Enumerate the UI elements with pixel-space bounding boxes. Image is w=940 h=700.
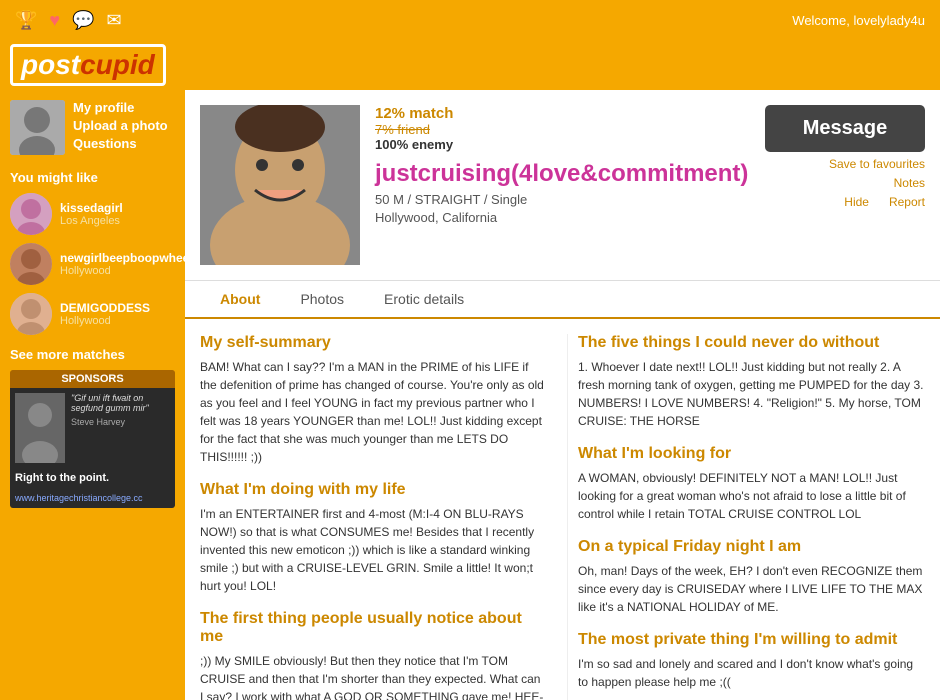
match-name-3: DEMIGODDESS <box>60 301 150 315</box>
my-profile-link[interactable]: My profile <box>73 100 168 115</box>
ad-quote: "Gif uni ift fwait on segfund gumm mir" <box>71 393 170 413</box>
ad-tagline: Right to the point. <box>15 472 170 484</box>
hide-link[interactable]: Hide <box>844 195 869 209</box>
ad-content: "Gif uni ift fwait on segfund gumm mir" … <box>10 388 175 508</box>
chat-icon[interactable]: 💬 <box>72 10 94 31</box>
section-text-1: I'm an ENTERTAINER first and 4-most (M:I… <box>200 505 547 595</box>
upload-photo-link[interactable]: Upload a photo <box>73 118 168 133</box>
match-info-2: newgirlbeepboopwhee Hollywood <box>60 251 189 277</box>
see-more-matches[interactable]: See more matches <box>10 347 175 362</box>
header: 🏆 ♥ 💬 ✉ Welcome, lovelylady4u <box>0 0 940 40</box>
username-display: justcruising(4love&commitment) <box>375 160 750 188</box>
r-section-title-1: What I'm looking for <box>578 445 925 463</box>
match-info-3: DEMIGODDESS Hollywood <box>60 301 150 327</box>
ad-person-image <box>15 393 65 463</box>
sponsors-title: SPONSORS <box>10 370 175 388</box>
section-title-1: What I'm doing with my life <box>200 481 547 499</box>
main-content: 12% match 7% friend 100% enemy justcruis… <box>185 90 940 700</box>
user-location: Hollywood, California <box>375 210 750 225</box>
r-section-text-1: A WOMAN, obviously! DEFINITELY NOT a MAN… <box>578 469 925 523</box>
profile-links: My profile Upload a photo Questions <box>73 100 168 151</box>
welcome-text: Welcome, lovelylady4u <box>792 13 925 28</box>
tab-erotic[interactable]: Erotic details <box>364 281 484 317</box>
message-button[interactable]: Message <box>765 105 925 152</box>
tab-photos[interactable]: Photos <box>280 281 364 317</box>
match-name-2: newgirlbeepboopwhee <box>60 251 189 265</box>
logo-bar: postcupid <box>0 40 940 90</box>
section-text-0: BAM! What can I say?? I'm a MAN in the P… <box>200 358 547 466</box>
match-location-1: Los Angeles <box>60 215 123 227</box>
friend-percentage: 7% friend <box>375 122 750 137</box>
match-location-3: Hollywood <box>60 315 150 327</box>
logo-text-post: post <box>21 49 80 80</box>
r-section-title-2: On a typical Friday night I am <box>578 538 925 556</box>
r-section-text-3: I'm so sad and lonely and scared and I d… <box>578 655 925 691</box>
match-item-1[interactable]: kissedagirl Los Angeles <box>10 193 175 235</box>
r-section-text-0: 1. Whoever I date next!! LOL!! Just kidd… <box>578 358 925 430</box>
save-favourites-link[interactable]: Save to favourites <box>829 157 925 171</box>
questions-link[interactable]: Questions <box>73 136 168 151</box>
match-avatar-2 <box>10 243 52 285</box>
match-avatar-1 <box>10 193 52 235</box>
section-title-0: My self-summary <box>200 334 547 352</box>
r-section-title-3: The most private thing I'm willing to ad… <box>578 631 925 649</box>
ad-url[interactable]: www.heritagechristiancollege.cc <box>15 493 170 503</box>
match-location-2: Hollywood <box>60 265 189 277</box>
left-sidebar: My profile Upload a photo Questions You … <box>0 90 185 700</box>
profile-header: 12% match 7% friend 100% enemy justcruis… <box>185 90 940 281</box>
enemy-percentage: 100% enemy <box>375 137 750 152</box>
main-layout: My profile Upload a photo Questions You … <box>0 90 940 700</box>
right-column: The five things I could never do without… <box>567 334 925 700</box>
mail-icon[interactable]: ✉ <box>107 10 122 31</box>
r-section-text-2: Oh, man! Days of the week, EH? I don't e… <box>578 562 925 616</box>
notes-link[interactable]: Notes <box>894 176 925 190</box>
match-avatar-3 <box>10 293 52 335</box>
match-percentage: 12% match <box>375 105 750 122</box>
profile-tabs: About Photos Erotic details <box>185 281 940 319</box>
match-info-section: 12% match 7% friend 100% enemy justcruis… <box>375 105 750 265</box>
ad-text-block: "Gif uni ift fwait on segfund gumm mir" … <box>71 393 170 427</box>
section-text-2: ;)) My SMILE obviously! But then they no… <box>200 652 547 700</box>
match-item-3[interactable]: DEMIGODDESS Hollywood <box>10 293 175 335</box>
you-might-like-title: You might like <box>10 170 175 185</box>
heart-icon[interactable]: ♥ <box>49 10 60 31</box>
match-name-1: kissedagirl <box>60 201 123 215</box>
match-info-1: kissedagirl Los Angeles <box>60 201 123 227</box>
trophy-icon[interactable]: 🏆 <box>15 10 37 31</box>
left-column: My self-summary BAM! What can I say?? I'… <box>200 334 567 700</box>
match-item-2[interactable]: newgirlbeepboopwhee Hollywood <box>10 243 175 285</box>
logo: postcupid <box>10 44 166 86</box>
profile-body: My self-summary BAM! What can I say?? I'… <box>185 319 940 700</box>
you-might-like-section: You might like kissedagirl Los Angeles <box>10 170 175 335</box>
r-section-title-0: The five things I could never do without <box>578 334 925 352</box>
ad-person-name: Steve Harvey <box>71 417 170 427</box>
profile-section: My profile Upload a photo Questions <box>10 100 175 155</box>
hide-report-section: Hide Report <box>844 195 925 209</box>
header-icons: 🏆 ♥ 💬 ✉ <box>15 10 122 31</box>
profile-photo <box>200 105 360 265</box>
tab-about[interactable]: About <box>200 281 280 319</box>
logo-text-cupid: cupid <box>80 49 155 80</box>
action-buttons: Message Save to favourites Notes Hide Re… <box>765 105 925 265</box>
ad-image-area: "Gif uni ift fwait on segfund gumm mir" … <box>15 393 170 463</box>
section-title-2: The first thing people usually notice ab… <box>200 610 547 646</box>
profile-avatar <box>10 100 65 155</box>
report-link[interactable]: Report <box>889 195 925 209</box>
sponsors-section: SPONSORS "Gif uni ift fwait on segfund g… <box>10 370 175 508</box>
user-details: 50 M / STRAIGHT / Single <box>375 192 750 207</box>
